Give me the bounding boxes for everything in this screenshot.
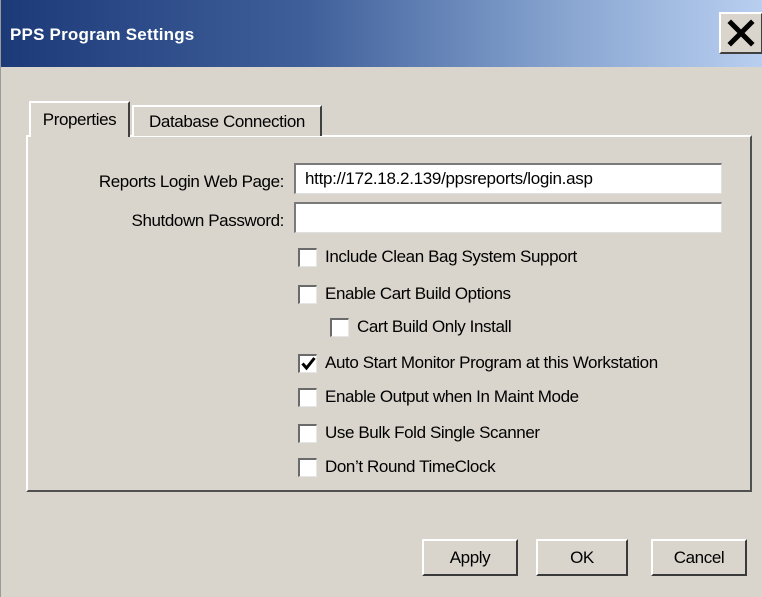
- tab-properties[interactable]: Properties: [29, 101, 130, 137]
- cancel-button[interactable]: Cancel: [651, 539, 747, 576]
- reports-login-input[interactable]: [294, 163, 722, 194]
- bulk-fold-scanner-checkbox[interactable]: Use Bulk Fold Single Scanner: [298, 421, 540, 445]
- include-clean-bag-checkbox[interactable]: Include Clean Bag System Support: [298, 245, 577, 269]
- settings-dialog: PPS Program Settings Properties Database…: [0, 0, 762, 597]
- tab-properties-label: Properties: [42, 110, 117, 129]
- apply-button[interactable]: Apply: [422, 539, 518, 576]
- shutdown-password-label: Shutdown Password:: [131, 211, 285, 230]
- enable-output-maint-checkbox[interactable]: Enable Output when In Maint Mode: [298, 385, 579, 409]
- checkbox-label: Auto Start Monitor Program at this Works…: [325, 353, 658, 372]
- checkbox-label: Enable Output when In Maint Mode: [325, 387, 579, 406]
- enable-cart-build-checkbox[interactable]: Enable Cart Build Options: [298, 282, 511, 306]
- checkbox-label: Don’t Round TimeClock: [325, 457, 496, 476]
- window-title: PPS Program Settings: [10, 25, 195, 44]
- checkbox-box[interactable]: [330, 317, 349, 337]
- checkmark-icon: [300, 357, 316, 371]
- close-button[interactable]: [719, 12, 762, 54]
- checkbox-label: Use Bulk Fold Single Scanner: [325, 423, 540, 442]
- checkbox-label: Cart Build Only Install: [357, 317, 512, 336]
- checkbox-box[interactable]: [298, 284, 317, 304]
- cart-build-only-checkbox[interactable]: Cart Build Only Install: [330, 315, 512, 339]
- checkbox-box[interactable]: [298, 353, 317, 373]
- close-x-icon: [727, 19, 755, 47]
- checkbox-box[interactable]: [298, 423, 317, 443]
- checkbox-label: Enable Cart Build Options: [325, 284, 511, 303]
- checkbox-box[interactable]: [298, 387, 317, 407]
- auto-start-monitor-checkbox[interactable]: Auto Start Monitor Program at this Works…: [298, 351, 658, 375]
- dont-round-timeclock-checkbox[interactable]: Don’t Round TimeClock: [298, 455, 496, 479]
- checkbox-box[interactable]: [298, 457, 317, 477]
- checkbox-label: Include Clean Bag System Support: [325, 247, 577, 266]
- title-bar[interactable]: PPS Program Settings: [1, 0, 762, 67]
- tab-database-connection-label: Database Connection: [149, 111, 305, 131]
- checkbox-box[interactable]: [298, 247, 317, 267]
- reports-login-label: Reports Login Web Page:: [98, 172, 285, 191]
- ok-button[interactable]: OK: [536, 539, 628, 576]
- tab-database-connection[interactable]: Database Connection: [132, 105, 322, 136]
- shutdown-password-input[interactable]: [294, 202, 722, 233]
